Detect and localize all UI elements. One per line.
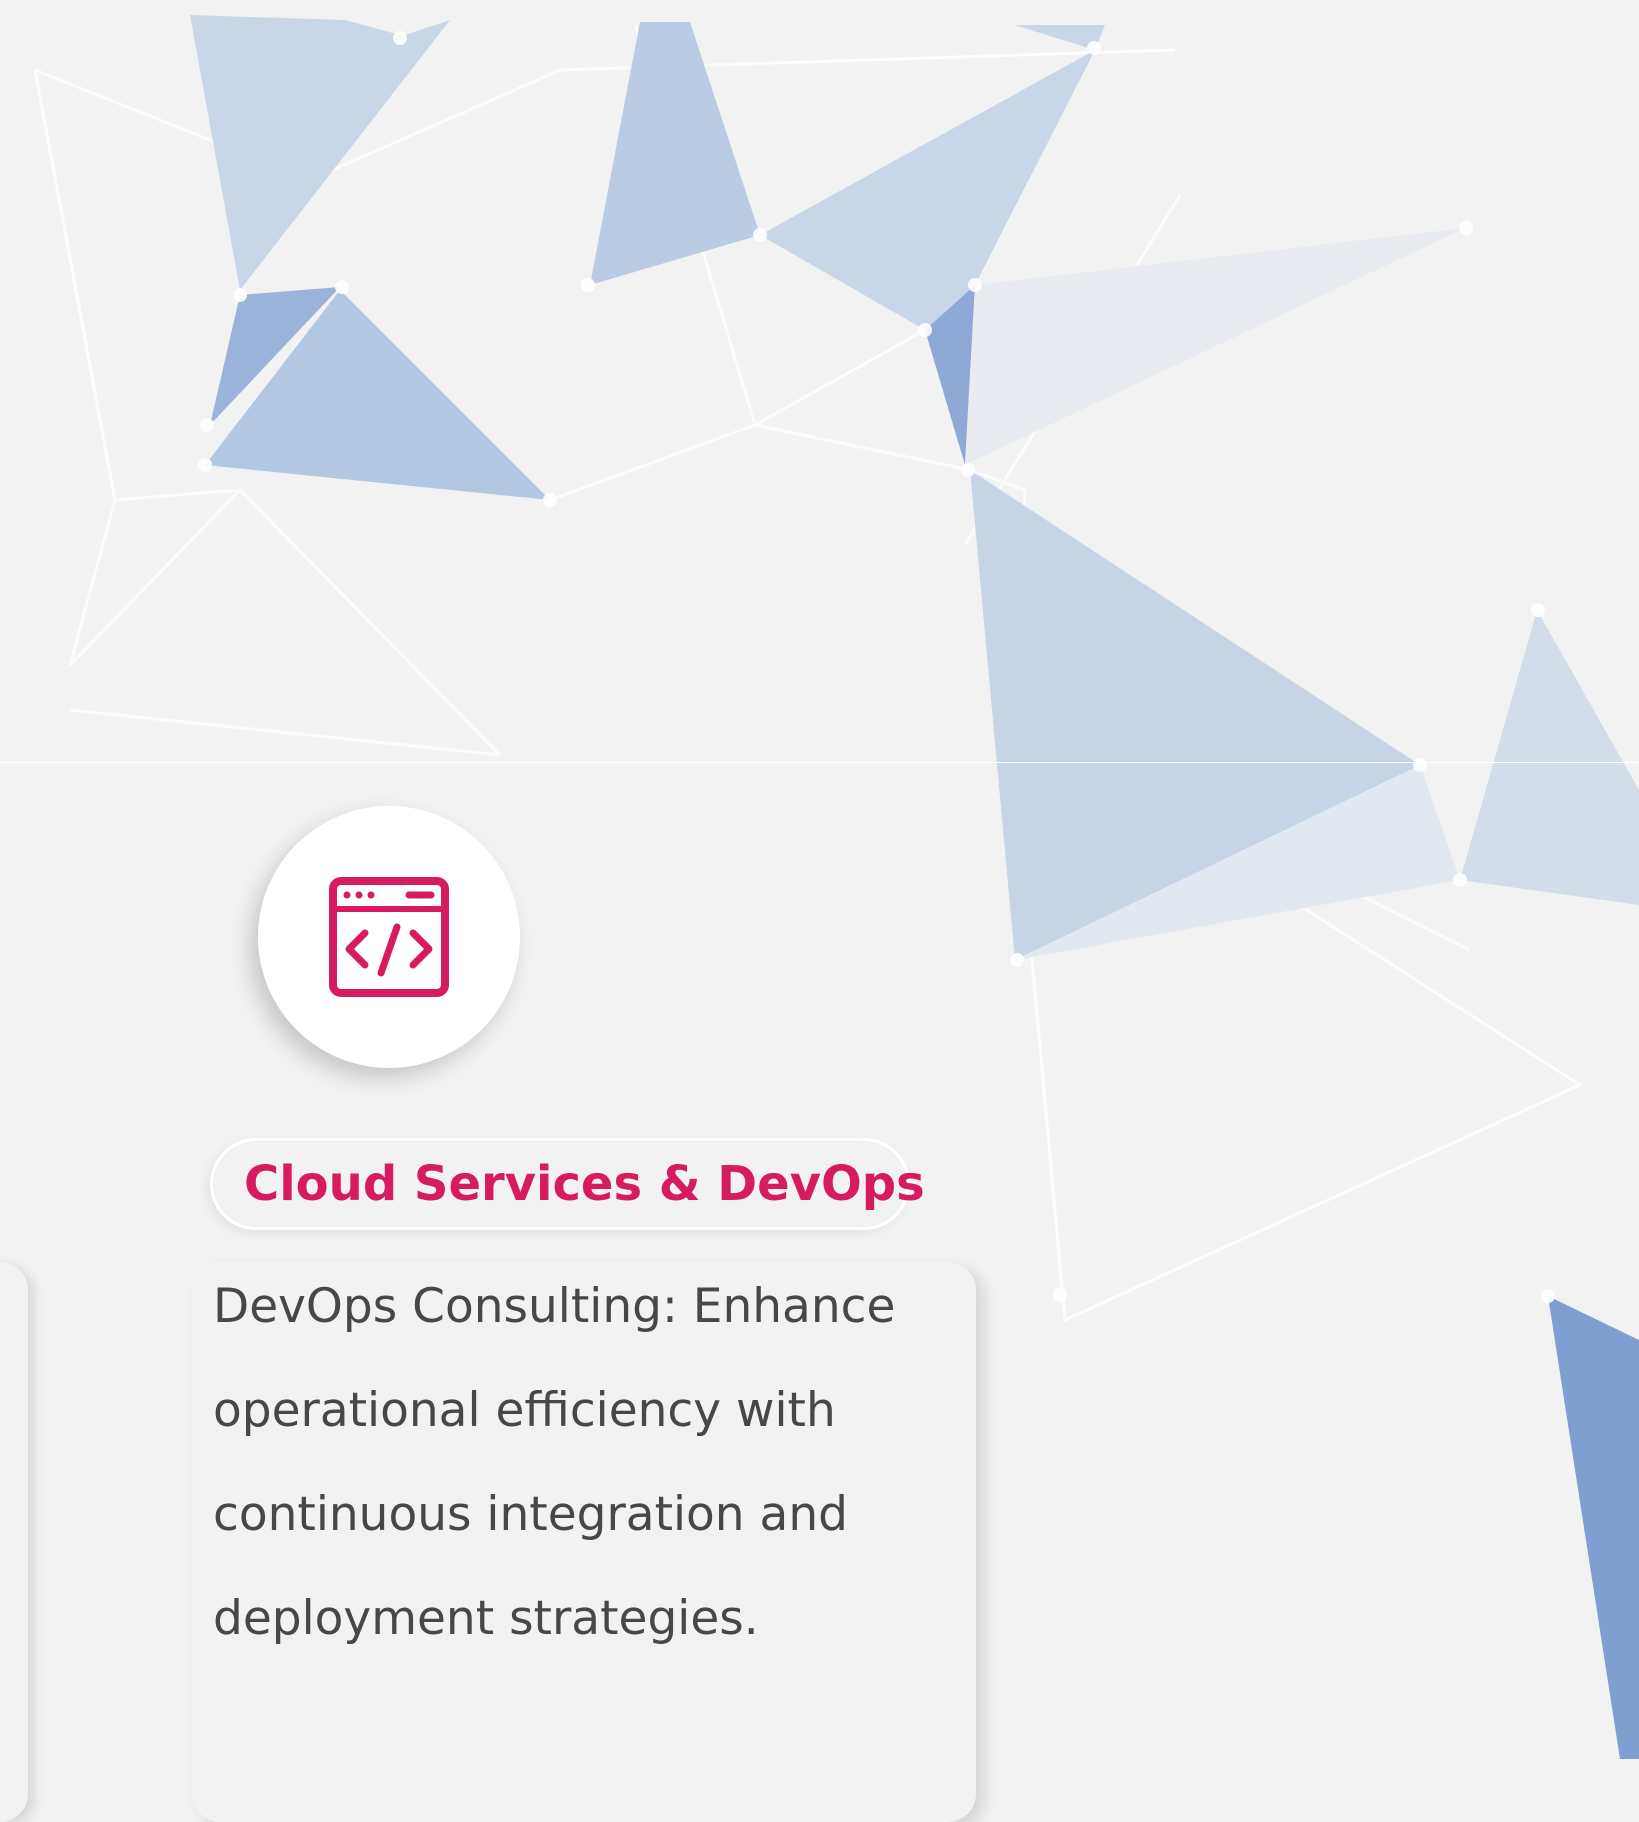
service-icon-badge (258, 806, 520, 1068)
code-window-icon (329, 877, 449, 997)
service-description: DevOps Consulting: Enhance operational e… (213, 1279, 896, 1646)
service-title: Cloud Services & DevOps (244, 1156, 925, 1212)
section-divider (0, 762, 1639, 763)
adjacent-card-edge (0, 1262, 28, 1822)
